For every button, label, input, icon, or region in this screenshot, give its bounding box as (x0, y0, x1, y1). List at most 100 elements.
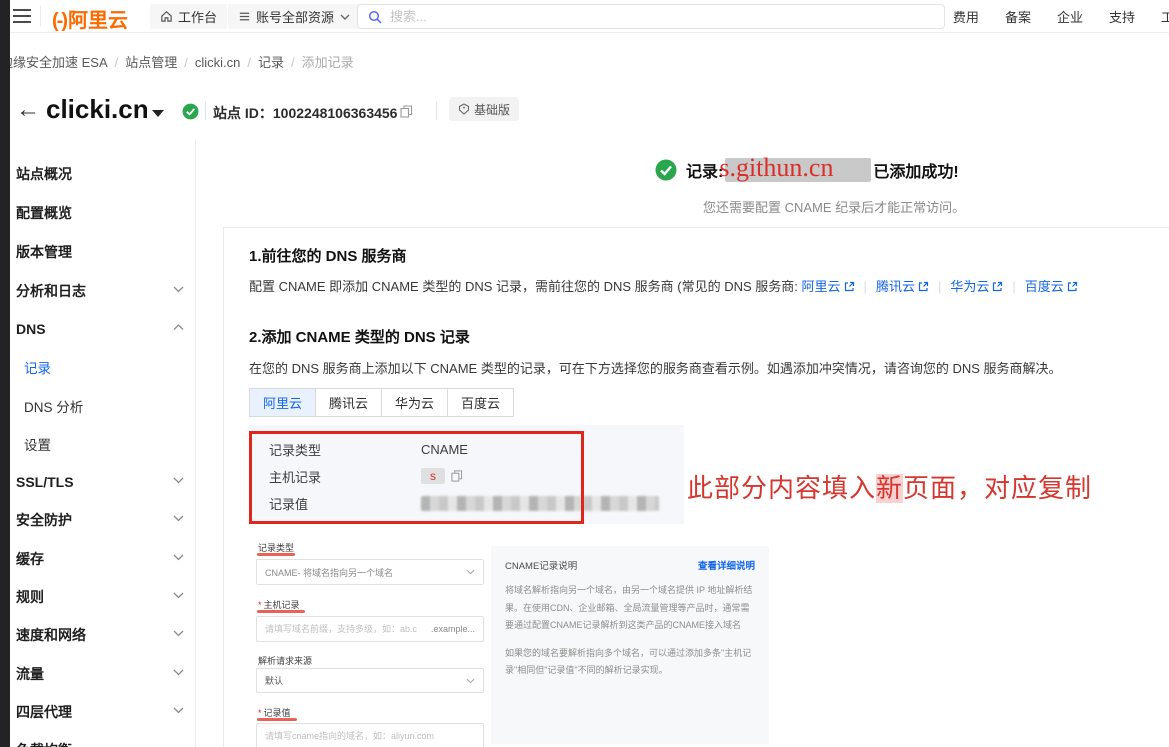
provider-link-aliyun[interactable]: 阿里云 (802, 279, 855, 294)
host-record-row: 主机记录 s (269, 467, 463, 485)
divider: | (864, 279, 867, 294)
sidebar-item-rules[interactable]: 规则 (10, 587, 196, 607)
success-subtext: 您还需要配置 CNAME 纪录后才能正常访问。 (703, 197, 965, 216)
success-message: 记录: s.githun.cn 已添加成功! (655, 158, 959, 182)
chevron-down-icon (340, 14, 350, 20)
account-resources-label: 账号全部资源 (256, 7, 334, 26)
view-details-link[interactable]: 查看详细说明 (698, 558, 755, 572)
external-link-icon (992, 281, 1003, 292)
sidebar-item-traffic[interactable]: 流量 (10, 664, 196, 684)
divider (205, 102, 206, 120)
site-id: 站点 ID：1002248106363456 (213, 103, 397, 123)
aliyun-logo-text: 阿里云 (68, 10, 128, 32)
tab-tencent[interactable]: 腾讯云 (315, 388, 382, 417)
chevron-down-icon (466, 569, 475, 575)
tab-baidu[interactable]: 百度云 (447, 388, 514, 417)
provider-link-huawei[interactable]: 华为云 (950, 279, 1003, 294)
breadcrumb-current: 添加记录 (302, 55, 354, 70)
sidebar-item-config-overview[interactable]: 配置概览 (10, 203, 196, 223)
search-input[interactable] (390, 9, 934, 24)
nav-support[interactable]: 支持 (1109, 7, 1135, 26)
sidebar-item-dns-analysis[interactable]: DNS 分析 (10, 396, 196, 416)
sidebar-item-analytics-logs[interactable]: 分析和日志 (10, 281, 196, 301)
sidebar-item-speed-network[interactable]: 速度和网络 (10, 625, 196, 645)
sidebar-item-label: 记录 (24, 357, 51, 377)
workbench-button[interactable]: 工作台 (150, 4, 227, 29)
record-type-label: 记录类型 (269, 440, 421, 459)
plan-badge: 基础版 (449, 97, 519, 121)
step1-desc: 配置 CNAME 即添加 CNAME 类型的 DNS 记录，需前往您的 DNS … (249, 276, 1078, 295)
record-info-panel: 记录类型 CNAME 主机记录 s 记录值 (249, 425, 684, 524)
provider-link-tencent[interactable]: 腾讯云 (876, 279, 929, 294)
example-record-type-select[interactable]: CNAME- 将域名指向另一个域名 (256, 559, 484, 585)
breadcrumb-site[interactable]: clicki.cn (195, 55, 241, 70)
chevron-down-icon (173, 630, 184, 637)
tab-aliyun[interactable]: 阿里云 (249, 388, 316, 417)
breadcrumb-separator: / (184, 55, 188, 70)
example-record-type-value: CNAME- 将域名指向另一个域名 (265, 566, 393, 579)
nav-enterprise[interactable]: 企业 (1057, 7, 1083, 26)
sidebar-item-cache[interactable]: 缓存 (10, 549, 196, 569)
host-record-value: s (421, 468, 445, 484)
sidebar-item-ssl-tls[interactable]: SSL/TLS (10, 472, 196, 492)
example-source-select[interactable]: 默认 (256, 668, 484, 693)
sidebar-item-label: DNS (16, 321, 46, 337)
sidebar-item-label: 速度和网络 (16, 625, 86, 645)
nav-billing[interactable]: 费用 (953, 7, 979, 26)
site-title[interactable]: clicki.cn (46, 94, 149, 125)
breadcrumb-records[interactable]: 记录 (258, 55, 284, 70)
divider: | (1012, 279, 1015, 294)
site-header: ← clicki.cn 站点 ID：1002248106363456 基础版 (0, 96, 1169, 138)
sidebar: 站点概况 配置概览 版本管理 分析和日志 DNS 记录 DNS 分析 设置 SS… (10, 140, 196, 747)
example-host-record-field[interactable] (265, 624, 431, 634)
sidebar-item-load-balancer[interactable]: 负载均衡 (10, 740, 196, 747)
copy-site-id-icon[interactable] (400, 105, 413, 118)
back-arrow-icon[interactable]: ← (16, 98, 40, 122)
sidebar-item-label: 安全防护 (16, 510, 72, 530)
sidebar-item-dns[interactable]: DNS (10, 319, 196, 339)
tab-huawei[interactable]: 华为云 (381, 388, 448, 417)
plan-badge-label: 基础版 (474, 101, 510, 118)
site-switcher-caret-icon[interactable] (152, 110, 164, 117)
red-underline-annotation (257, 553, 295, 556)
breadcrumb-separator: / (247, 55, 251, 70)
breadcrumb-separator: / (291, 55, 295, 70)
record-value-label: 记录值 (269, 494, 421, 513)
sidebar-item-label: 配置概览 (16, 203, 72, 223)
red-underline-annotation (257, 718, 297, 721)
record-value-row: 记录值 (269, 494, 659, 512)
search-icon (368, 10, 382, 24)
breadcrumb-esa[interactable]: 边缘安全加速 ESA (0, 55, 108, 70)
top-navigation-bar: (-)阿里云 工作台 账号全部资源 费用 备案 企业 支持 工单 (0, 0, 1169, 33)
sidebar-item-site-overview[interactable]: 站点概况 (10, 164, 196, 184)
example-host-record-input[interactable]: .example... (256, 616, 484, 642)
example-host-suffix: .example... (431, 624, 475, 634)
esa-console-page: (-)阿里云 工作台 账号全部资源 费用 备案 企业 支持 工单 边缘安全加速 … (0, 0, 1169, 747)
example-source-value: 默认 (265, 674, 283, 687)
hamburger-menu-icon[interactable] (13, 9, 31, 23)
example-record-value-field[interactable] (265, 731, 475, 741)
chevron-down-icon (173, 707, 184, 714)
sidebar-item-dns-settings[interactable]: 设置 (10, 434, 196, 454)
example-record-value-input[interactable] (256, 723, 484, 747)
breadcrumb-site-management[interactable]: 站点管理 (125, 55, 177, 70)
sidebar-item-l4-proxy[interactable]: 四层代理 (10, 702, 196, 722)
aliyun-logo[interactable]: (-)阿里云 (52, 4, 128, 33)
sidebar-item-security[interactable]: 安全防护 (10, 510, 196, 530)
account-resources-button[interactable]: 账号全部资源 (228, 4, 360, 29)
provider-link-baidu[interactable]: 百度云 (1025, 279, 1078, 294)
external-link-icon (918, 281, 929, 292)
aliyun-logo-mark: (-) (52, 10, 66, 32)
sidebar-item-version-management[interactable]: 版本管理 (10, 242, 196, 262)
record-name-annotation: s.githun.cn (719, 153, 909, 183)
copy-host-record-icon[interactable] (451, 470, 463, 482)
nav-ticket[interactable]: 工单 (1161, 7, 1169, 26)
cname-description-p1: 将域名解析指向另一个域名，由另一个域名提供 IP 地址解析结果。在使用CDN、企… (505, 582, 755, 635)
annotation-highlight: 新 (876, 474, 903, 503)
sidebar-item-records[interactable]: 记录 (10, 357, 196, 377)
step1-desc-text: 配置 CNAME 即添加 CNAME 类型的 DNS 记录，需前往您的 DNS … (249, 279, 802, 294)
sidebar-item-label: 站点概况 (16, 164, 72, 184)
red-annotation-text: 此部分内容填入新页面，对应复制 (687, 468, 1092, 505)
nav-icp[interactable]: 备案 (1005, 7, 1031, 26)
cname-description-title: CNAME记录说明 (505, 558, 577, 572)
